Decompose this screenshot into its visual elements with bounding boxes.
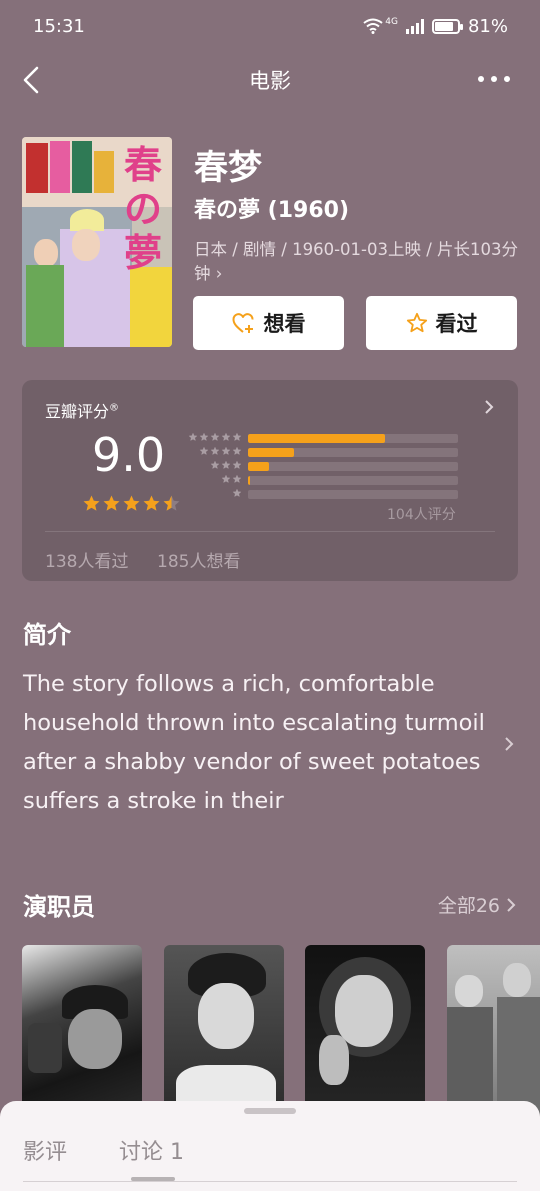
star-icon <box>406 312 427 333</box>
distribution-track <box>248 490 458 499</box>
battery-icon <box>431 18 463 34</box>
rating-score: 9.0 <box>92 428 166 482</box>
distribution-row <box>188 460 458 471</box>
more-icon[interactable] <box>478 76 510 82</box>
nav-bar: 电影 <box>0 52 540 108</box>
movie-meta-text: 日本 / 剧情 / 1960-01-03上映 / 片长103分钟 <box>194 240 519 283</box>
tab-discussion[interactable]: 讨论 1 <box>119 1134 184 1166</box>
small-star-icon <box>232 460 242 469</box>
status-icons: 4G 81% <box>363 16 508 37</box>
cast-photo[interactable] <box>164 945 284 1115</box>
small-star-icon <box>210 460 220 469</box>
page-title: 电影 <box>249 69 291 93</box>
rating-star-icon <box>123 495 140 511</box>
cast-heading: 演职员 <box>23 893 95 921</box>
small-star-icon <box>232 446 242 455</box>
movie-title: 春梦 <box>194 148 262 188</box>
want-label: 想看 <box>263 312 306 336</box>
network-type: 4G <box>385 17 398 27</box>
bottom-sheet[interactable]: 影评 讨论 1 <box>0 1101 540 1191</box>
distribution-stars <box>188 432 242 442</box>
movie-meta[interactable]: 日本 / 剧情 / 1960-01-03上映 / 片长103分钟 › <box>194 238 519 286</box>
status-bar: 15:31 4G 81% <box>0 0 540 52</box>
rating-count: 104人评分 <box>387 507 456 523</box>
chevron-right-icon: › <box>215 264 223 283</box>
movie-original-title: 春の夢 (1960) <box>194 198 349 223</box>
distribution-bar <box>248 448 295 457</box>
distribution-row <box>188 488 458 499</box>
rating-star-icon <box>103 495 120 511</box>
distribution-stars <box>221 474 242 484</box>
cast-photo[interactable] <box>22 945 142 1115</box>
seen-count[interactable]: 138人看过 <box>45 547 128 572</box>
wish-count[interactable]: 185人想看 <box>157 547 240 572</box>
poster-title: 春の夢 <box>123 142 162 275</box>
small-star-icon <box>188 432 198 441</box>
small-star-icon <box>221 432 231 441</box>
sheet-drag-handle[interactable] <box>244 1108 296 1114</box>
heart-plus-icon <box>232 313 253 333</box>
rating-star-icon <box>83 495 100 511</box>
small-star-icon <box>210 432 220 441</box>
small-star-icon <box>232 474 242 483</box>
small-star-icon <box>199 446 209 455</box>
synopsis-text[interactable]: The story follows a rich, comfortable ho… <box>23 665 493 821</box>
rating-card[interactable]: 豆瓣评分® 9.0 104人评分 138人看过 185人想看 <box>22 380 518 581</box>
distribution-bar <box>248 434 385 443</box>
rating-label: 豆瓣评分® <box>45 398 119 422</box>
movie-poster[interactable]: 春の夢 <box>22 137 172 347</box>
distribution-row <box>188 432 458 443</box>
distribution-track <box>248 462 458 471</box>
want-button[interactable]: 想看 <box>193 296 344 350</box>
status-time: 15:31 <box>33 15 85 37</box>
small-star-icon <box>221 460 231 469</box>
distribution-row <box>188 446 458 457</box>
seen-label: 看过 <box>435 312 478 336</box>
distribution-track <box>248 434 458 443</box>
small-star-icon <box>221 446 231 455</box>
distribution-bar <box>248 462 269 471</box>
battery-percent: 81% <box>467 15 508 37</box>
back-arrow-icon[interactable] <box>18 64 50 96</box>
signal-icon <box>405 18 424 34</box>
chevron-right-icon[interactable] <box>503 734 515 754</box>
wifi-icon <box>363 18 383 34</box>
divider <box>23 1181 517 1182</box>
distribution-row <box>188 474 458 485</box>
tab-indicator <box>131 1177 175 1181</box>
divider <box>45 531 495 532</box>
rating-label-text: 豆瓣评分 <box>45 402 110 421</box>
rating-stars <box>82 494 181 513</box>
distribution-track <box>248 448 458 457</box>
distribution-track <box>248 476 458 485</box>
cast-all-label: 全部26 <box>437 895 500 917</box>
registered-mark: ® <box>109 402 120 414</box>
distribution-bar <box>248 476 251 485</box>
cast-photo[interactable] <box>447 945 540 1115</box>
rating-star-icon <box>143 495 160 511</box>
small-star-icon <box>232 488 242 497</box>
cast-photo[interactable] <box>305 945 425 1115</box>
chevron-right-icon <box>507 897 516 912</box>
rating-star-icon <box>163 495 180 511</box>
small-star-icon <box>210 446 220 455</box>
chevron-right-icon[interactable] <box>482 398 496 416</box>
distribution-stars <box>232 488 242 498</box>
distribution-stars <box>210 460 242 470</box>
cast-all-link[interactable]: 全部26 <box>438 891 516 918</box>
small-star-icon <box>221 474 231 483</box>
small-star-icon <box>199 432 209 441</box>
tab-reviews[interactable]: 影评 <box>23 1134 67 1166</box>
small-star-icon <box>232 432 242 441</box>
seen-button[interactable]: 看过 <box>366 296 517 350</box>
synopsis-heading: 简介 <box>23 621 71 649</box>
distribution-stars <box>199 446 242 456</box>
